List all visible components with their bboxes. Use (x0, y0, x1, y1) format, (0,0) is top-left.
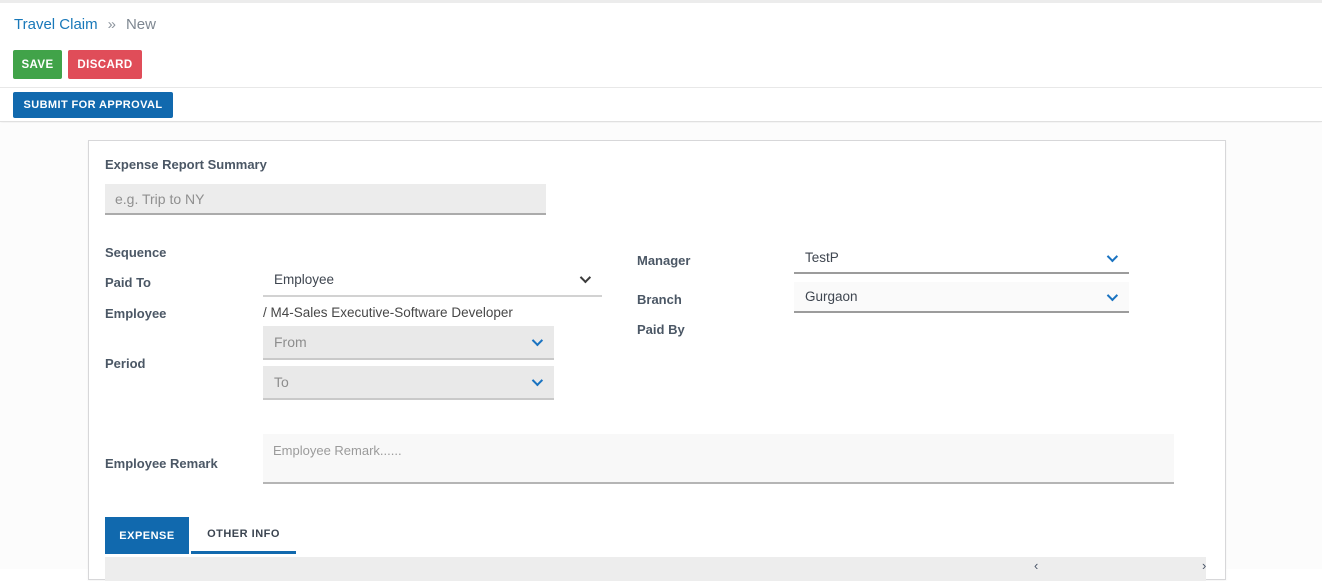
chevron-down-icon (532, 335, 543, 346)
breadcrumb-current: New (126, 16, 156, 33)
manager-label: Manager (637, 253, 690, 268)
grid-header: ‹ › (105, 557, 1206, 581)
branch-value: Gurgaon (805, 289, 858, 304)
workflow-bar: DRAFT SUBMITTED APPROVED POSTED PAID (0, 88, 1322, 122)
summary-input[interactable] (105, 184, 546, 215)
chevron-down-icon (1107, 289, 1118, 300)
paid-to-select[interactable]: Employee (263, 263, 602, 297)
paid-to-label: Paid To (105, 275, 151, 290)
submit-for-approval-button[interactable]: SUBMIT FOR APPROVAL (13, 92, 173, 118)
breadcrumb-separator-icon: » (108, 16, 116, 33)
employee-label: Employee (105, 306, 166, 321)
breadcrumb: Travel Claim » New (14, 16, 156, 33)
manager-select[interactable]: TestP (794, 243, 1129, 274)
period-from-placeholder: From (274, 334, 307, 350)
chevron-down-icon (1107, 250, 1118, 261)
employee-remark-textarea[interactable] (263, 434, 1174, 484)
manager-value: TestP (805, 250, 839, 265)
paid-by-label: Paid By (637, 322, 685, 337)
period-from-select[interactable]: From (263, 326, 554, 360)
tab-other-info[interactable]: OTHER INFO (191, 517, 296, 554)
period-label: Period (105, 356, 145, 371)
chevron-down-icon (580, 272, 591, 283)
sequence-label: Sequence (105, 245, 166, 260)
breadcrumb-parent-link[interactable]: Travel Claim (14, 16, 98, 33)
branch-select[interactable]: Gurgaon (794, 282, 1129, 313)
grid-scroll-right-icon[interactable]: › (1202, 559, 1206, 572)
period-to-placeholder: To (274, 374, 289, 390)
save-button[interactable]: SAVE (13, 50, 62, 79)
period-to-select[interactable]: To (263, 366, 554, 400)
branch-label: Branch (637, 292, 682, 307)
main-area: Expense Report Summary Sequence Paid To … (0, 123, 1322, 569)
summary-label: Expense Report Summary (105, 157, 267, 172)
employee-remark-label: Employee Remark (105, 456, 218, 471)
top-border (0, 0, 1322, 3)
form-card: Expense Report Summary Sequence Paid To … (88, 140, 1226, 580)
employee-value: / M4-Sales Executive-Software Developer (263, 305, 513, 320)
chevron-down-icon (532, 375, 543, 386)
discard-button[interactable]: DISCARD (68, 50, 142, 79)
grid-scroll-left-icon[interactable]: ‹ (1034, 559, 1038, 572)
tab-expense[interactable]: EXPENSE (105, 517, 189, 554)
paid-to-value: Employee (274, 272, 334, 287)
